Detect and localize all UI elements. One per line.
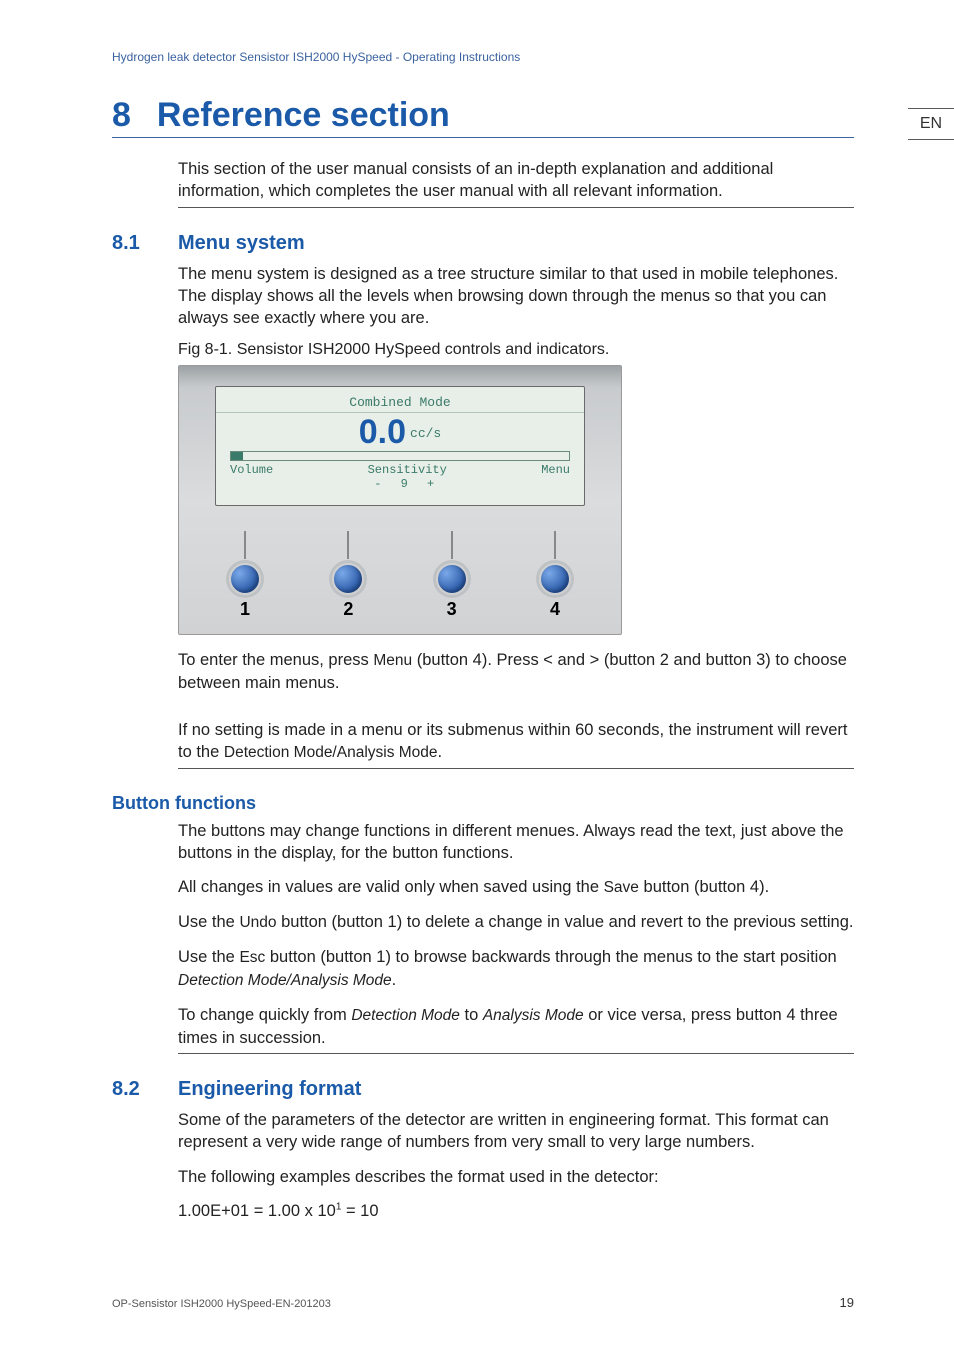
knob-number: 2: [343, 599, 353, 620]
button-functions-heading: Button functions: [112, 793, 854, 814]
chapter-title: Reference section: [157, 96, 450, 135]
chapter-number: 8: [112, 96, 131, 135]
knob-icon[interactable]: [436, 563, 468, 595]
btnfn-p5a: To change quickly from: [178, 1006, 351, 1024]
btnfn-p1: The buttons may change functions in diff…: [178, 820, 854, 865]
figure-caption: Fig 8-1. Sensistor ISH2000 HySpeed contr…: [178, 341, 622, 359]
screen-bar-fill: [231, 452, 243, 460]
btnfn-p2: All changes in values are valid only whe…: [178, 876, 854, 899]
esc-literal: Esc: [239, 949, 265, 966]
screen-bar: [230, 451, 570, 461]
screen-label-menu: Menu: [541, 463, 570, 491]
knob-icon[interactable]: [539, 563, 571, 595]
screen-sens-label: Sensitivity: [273, 463, 541, 477]
s82-p2: The following examples describes the for…: [178, 1166, 854, 1188]
figure-8-1: Fig 8-1. Sensistor ISH2000 HySpeed contr…: [178, 341, 622, 635]
device-screen: Combined Mode 0.0 cc/s Volume Sensitivity…: [215, 386, 585, 506]
btnfn-p4a: Use the: [178, 948, 239, 966]
menu-literal: Menu: [373, 652, 412, 669]
chapter-intro: This section of the user manual consists…: [178, 158, 854, 208]
footer-doc-id: OP-Sensistor ISH2000 HySpeed-EN-201203: [112, 1298, 331, 1310]
knob-row: 1 2 3 4: [215, 531, 585, 620]
knob-1: 1: [229, 531, 261, 620]
knob-4: 4: [539, 531, 571, 620]
s81-p2: To enter the menus, press Menu (button 4…: [178, 649, 854, 694]
header-sep: -: [392, 50, 403, 64]
section-number: 8.2: [112, 1078, 158, 1101]
header-left: Hydrogen leak detector Sensistor ISH2000…: [112, 50, 392, 64]
intro-text: This section of the user manual consists…: [178, 158, 854, 203]
screen-bar-row: [216, 451, 584, 461]
knob-stick-icon: [451, 531, 453, 559]
screen-label-sensitivity: Sensitivity - 9 +: [273, 463, 541, 491]
btnfn-p2b: button (button 4).: [639, 878, 769, 896]
s81-p1: The menu system is designed as a tree st…: [178, 263, 854, 330]
knob-stick-icon: [554, 531, 556, 559]
analysis-mode-literal: Analysis Mode: [483, 1007, 584, 1024]
knob-stick-icon: [244, 531, 246, 559]
screen-unit: cc/s: [410, 426, 441, 441]
section-title: Menu system: [178, 232, 305, 255]
btnfn-p4b: button (button 1) to browse backwards th…: [265, 948, 836, 966]
section-8-1-heading: 8.1 Menu system: [112, 232, 854, 255]
header-right: Operating Instructions: [403, 50, 520, 64]
device-panel: Combined Mode 0.0 cc/s Volume Sensitivity…: [178, 365, 622, 635]
chapter-heading: 8 Reference section: [112, 96, 854, 138]
btnfn-p3a: Use the: [178, 913, 239, 931]
btnfn-p4c: .: [392, 971, 397, 989]
screen-mode: Combined Mode: [216, 395, 584, 413]
button-functions-body: The buttons may change functions in diff…: [178, 820, 854, 1054]
btnfn-p3: Use the Undo button (button 1) to delete…: [178, 911, 854, 934]
knob-stick-icon: [347, 531, 349, 559]
s81-p3-block: If no setting is made in a menu or its s…: [178, 719, 854, 769]
knob-number: 1: [240, 599, 250, 620]
knob-number: 4: [550, 599, 560, 620]
s81-p2a: To enter the menus, press: [178, 651, 373, 669]
mode-literal: Detection Mode/Analysis Mode: [224, 744, 438, 761]
section-8-2-body: Some of the parameters of the detector a…: [178, 1109, 854, 1222]
screen-value-number: 0.0: [359, 413, 406, 451]
running-header: Hydrogen leak detector Sensistor ISH2000…: [112, 50, 854, 64]
btnfn-p5: To change quickly from Detection Mode to…: [178, 1004, 854, 1049]
knob-2: 2: [332, 531, 364, 620]
s81-p3: If no setting is made in a menu or its s…: [178, 719, 854, 764]
save-literal: Save: [604, 879, 639, 896]
btnfn-p2a: All changes in values are valid only whe…: [178, 878, 604, 896]
language-tab: EN: [908, 108, 954, 140]
s82-eq: 1.00E+01 = 1.00 x 101 = 10: [178, 1200, 854, 1222]
mode-literal: Detection Mode/Analysis Mode: [178, 972, 392, 989]
section-title: Engineering format: [178, 1078, 361, 1101]
screen-sens-nums: - 9 +: [273, 477, 541, 491]
page-number: 19: [840, 1295, 854, 1310]
knob-3: 3: [436, 531, 468, 620]
detection-mode-literal: Detection Mode: [351, 1007, 460, 1024]
knob-icon[interactable]: [332, 563, 364, 595]
eq-b: = 10: [341, 1202, 378, 1220]
screen-label-volume: Volume: [230, 463, 273, 491]
s82-p1: Some of the parameters of the detector a…: [178, 1109, 854, 1154]
btnfn-p5b: to: [460, 1006, 483, 1024]
section-8-1-body: The menu system is designed as a tree st…: [178, 263, 854, 695]
eq-a: 1.00E+01 = 1.00 x 10: [178, 1202, 336, 1220]
btnfn-p3b: button (button 1) to delete a change in …: [277, 913, 854, 931]
undo-literal: Undo: [239, 914, 276, 931]
btnfn-p4: Use the Esc button (button 1) to browse …: [178, 946, 854, 992]
screen-value: 0.0 cc/s: [216, 415, 584, 449]
screen-bottom-row: Volume Sensitivity - 9 + Menu: [216, 463, 584, 491]
knob-icon[interactable]: [229, 563, 261, 595]
s81-p3b: .: [438, 743, 443, 761]
section-number: 8.1: [112, 232, 158, 255]
section-8-2-heading: 8.2 Engineering format: [112, 1078, 854, 1101]
knob-number: 3: [447, 599, 457, 620]
